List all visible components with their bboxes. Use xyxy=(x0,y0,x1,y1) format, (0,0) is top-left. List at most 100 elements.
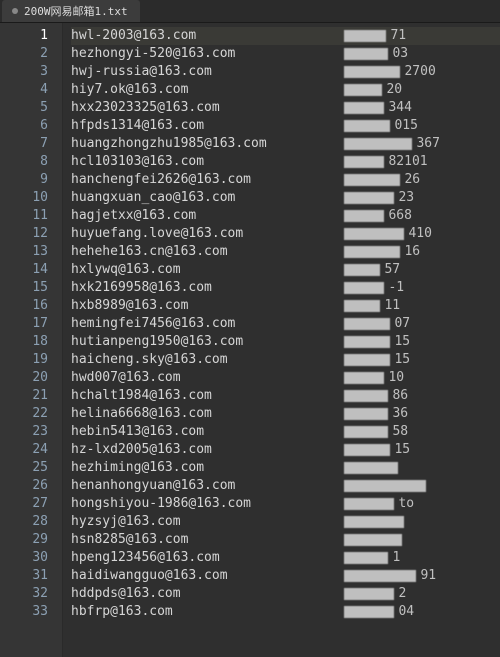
email-text: hz-lxd2005@163.com xyxy=(71,441,321,459)
line-number: 21 xyxy=(10,387,48,405)
trailing-value: 82101 xyxy=(388,153,427,171)
censored-block xyxy=(344,120,390,132)
censored-block xyxy=(344,102,384,114)
code-line[interactable]: hpeng123456@163.com 1 xyxy=(71,549,500,567)
censored-block xyxy=(344,48,388,60)
code-line[interactable]: helina6668@163.com 36 xyxy=(71,405,500,423)
trailing-value: 86 xyxy=(392,387,408,405)
trailing-value: 36 xyxy=(392,405,408,423)
email-text: henanhongyuan@163.com xyxy=(71,477,321,495)
email-text: hbfrp@163.com xyxy=(71,603,321,621)
code-line[interactable]: hchalt1984@163.com 86 xyxy=(71,387,500,405)
trailing-value: 11 xyxy=(384,297,400,315)
email-text: hezhiming@163.com xyxy=(71,459,321,477)
email-text: hxx23023325@163.com xyxy=(71,99,321,117)
email-text: hchalt1984@163.com xyxy=(71,387,321,405)
code-line[interactable]: henanhongyuan@163.com xyxy=(71,477,500,495)
censored-block xyxy=(344,192,394,204)
code-line[interactable]: hongshiyou-1986@163.com to xyxy=(71,495,500,513)
email-text: hxb8989@163.com xyxy=(71,297,321,315)
code-line[interactable]: hz-lxd2005@163.com 15 xyxy=(71,441,500,459)
line-number: 10 xyxy=(10,189,48,207)
code-content[interactable]: hwl-2003@163.com 71hezhongyi-520@163.com… xyxy=(63,23,500,657)
code-line[interactable]: hxx23023325@163.com 344 xyxy=(71,99,500,117)
line-number: 32 xyxy=(10,585,48,603)
code-line[interactable]: hsn8285@163.com xyxy=(71,531,500,549)
trailing-value: to xyxy=(398,495,414,513)
code-line[interactable]: hezhiming@163.com xyxy=(71,459,500,477)
censored-block xyxy=(344,246,400,258)
code-line[interactable]: hutianpeng1950@163.com 15 xyxy=(71,333,500,351)
line-number: 6 xyxy=(10,117,48,135)
trailing-value: -1 xyxy=(388,279,404,297)
email-text: hpeng123456@163.com xyxy=(71,549,321,567)
censored-block xyxy=(344,318,390,330)
line-number: 26 xyxy=(10,477,48,495)
code-line[interactable]: haidiwangguo@163.com 91 xyxy=(71,567,500,585)
trailing-value: 367 xyxy=(416,135,439,153)
censored-block xyxy=(344,30,386,42)
code-line[interactable]: hfpds1314@163.com 015 xyxy=(71,117,500,135)
line-number: 5 xyxy=(10,99,48,117)
censored-block xyxy=(344,570,416,582)
email-text: hxlywq@163.com xyxy=(71,261,321,279)
code-line[interactable]: hyzsyj@163.com xyxy=(71,513,500,531)
email-text: haicheng.sky@163.com xyxy=(71,351,321,369)
email-text: hxk2169958@163.com xyxy=(71,279,321,297)
code-line[interactable]: hwj-russia@163.com 2700 xyxy=(71,63,500,81)
censored-block xyxy=(344,408,388,420)
code-line[interactable]: hezhongyi-520@163.com 03 xyxy=(71,45,500,63)
code-line[interactable]: hbfrp@163.com 04 xyxy=(71,603,500,621)
code-line[interactable]: hxb8989@163.com 11 xyxy=(71,297,500,315)
file-tab[interactable]: 200W网易邮箱1.txt xyxy=(2,0,140,22)
trailing-value: 71 xyxy=(390,27,406,45)
line-number: 31 xyxy=(10,567,48,585)
censored-block xyxy=(344,588,394,600)
code-line[interactable]: hagjetxx@163.com 668 xyxy=(71,207,500,225)
email-text: hemingfei7456@163.com xyxy=(71,315,321,333)
code-line[interactable]: hxk2169958@163.com -1 xyxy=(71,279,500,297)
code-line[interactable]: haicheng.sky@163.com 15 xyxy=(71,351,500,369)
line-number: 7 xyxy=(10,135,48,153)
censored-block xyxy=(344,462,398,474)
trailing-value: 15 xyxy=(394,441,410,459)
code-line[interactable]: huangxuan_cao@163.com 23 xyxy=(71,189,500,207)
line-number: 20 xyxy=(10,369,48,387)
line-number-gutter: 1234567891011121314151617181920212223242… xyxy=(0,23,63,657)
email-text: huangxuan_cao@163.com xyxy=(71,189,321,207)
code-line[interactable]: hanchengfei2626@163.com 26 xyxy=(71,171,500,189)
code-line[interactable]: hebin5413@163.com 58 xyxy=(71,423,500,441)
code-line[interactable]: hxlywq@163.com 57 xyxy=(71,261,500,279)
code-line[interactable]: huyuefang.love@163.com 410 xyxy=(71,225,500,243)
code-line[interactable]: hiy7.ok@163.com 20 xyxy=(71,81,500,99)
email-text: hwl-2003@163.com xyxy=(71,27,321,45)
email-text: hanchengfei2626@163.com xyxy=(71,171,321,189)
trailing-value: 23 xyxy=(398,189,414,207)
code-line[interactable]: hcl103103@163.com 82101 xyxy=(71,153,500,171)
censored-block xyxy=(344,552,388,564)
trailing-value: 03 xyxy=(392,45,408,63)
censored-block xyxy=(344,84,382,96)
trailing-value: 2 xyxy=(398,585,406,603)
trailing-value: 15 xyxy=(394,333,410,351)
code-line[interactable]: hwl-2003@163.com 71 xyxy=(71,27,500,45)
trailing-value: 015 xyxy=(394,117,417,135)
censored-block xyxy=(344,516,404,528)
line-number: 28 xyxy=(10,513,48,531)
editor-area[interactable]: 1234567891011121314151617181920212223242… xyxy=(0,23,500,657)
code-line[interactable]: huangzhongzhu1985@163.com 367 xyxy=(71,135,500,153)
line-number: 23 xyxy=(10,423,48,441)
trailing-value: 1 xyxy=(392,549,400,567)
code-line[interactable]: hehehe163.cn@163.com 16 xyxy=(71,243,500,261)
line-number: 12 xyxy=(10,225,48,243)
email-text: hddpds@163.com xyxy=(71,585,321,603)
email-text: huangzhongzhu1985@163.com xyxy=(71,135,321,153)
code-line[interactable]: hddpds@163.com 2 xyxy=(71,585,500,603)
line-number: 25 xyxy=(10,459,48,477)
censored-block xyxy=(344,300,380,312)
line-number: 4 xyxy=(10,81,48,99)
trailing-value: 15 xyxy=(394,351,410,369)
code-line[interactable]: hemingfei7456@163.com 07 xyxy=(71,315,500,333)
trailing-value: 20 xyxy=(386,81,402,99)
code-line[interactable]: hwd007@163.com 10 xyxy=(71,369,500,387)
